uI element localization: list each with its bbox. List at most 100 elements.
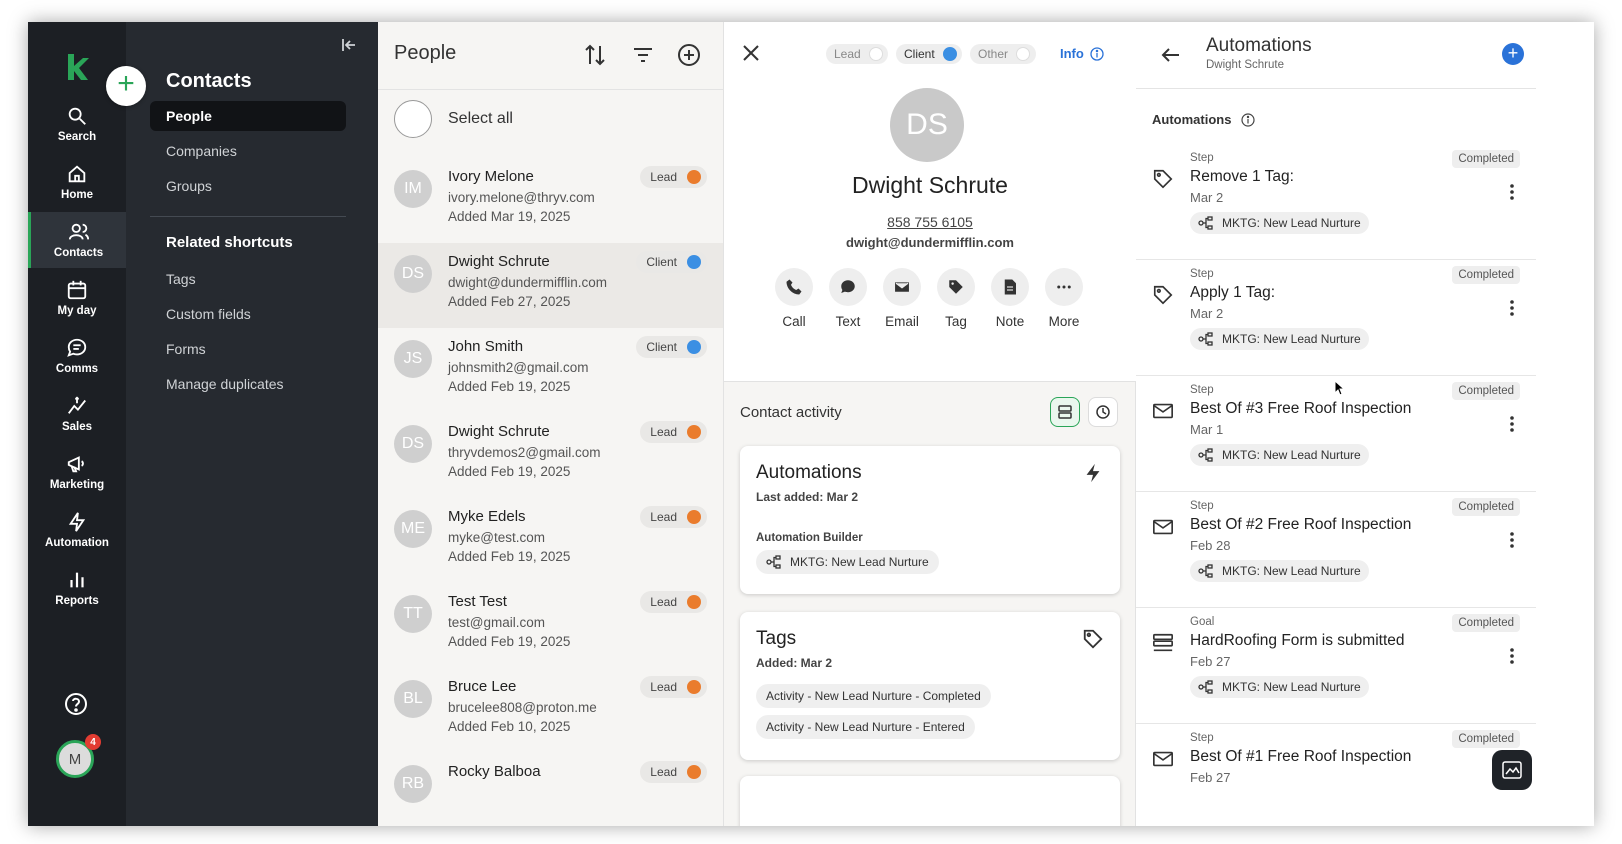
automation-chip[interactable]: MKTG: New Lead Nurture — [1190, 444, 1369, 466]
contact-phone[interactable]: 858 755 6105 — [724, 214, 1136, 230]
tag-chip[interactable]: Activity - New Lead Nurture - Completed — [756, 684, 991, 708]
person-added-date: Added Feb 19, 2025 — [448, 379, 571, 394]
segment-client[interactable]: Client — [896, 44, 962, 64]
status-badge: Completed — [1452, 498, 1520, 516]
workflow-icon — [1198, 332, 1213, 346]
person-row[interactable]: ME Myke Edels myke@test.com Added Feb 19, 2… — [378, 498, 723, 583]
automation-chip[interactable]: MKTG: New Lead Nurture — [756, 550, 939, 574]
shortcut-tags[interactable]: Tags — [150, 264, 346, 294]
automation-chip[interactable]: MKTG: New Lead Nurture — [1190, 560, 1369, 582]
automation-chip[interactable]: MKTG: New Lead Nurture — [1190, 676, 1369, 698]
automation-step[interactable]: Step Best Of #2 Free Roof Inspection Feb 2… — [1136, 492, 1536, 608]
more-vertical-icon[interactable] — [1504, 414, 1520, 434]
segment-other[interactable]: Other — [970, 44, 1036, 64]
more-vertical-icon[interactable] — [1504, 646, 1520, 666]
rail-sales[interactable]: Sales — [28, 386, 126, 442]
person-email: johnsmith2@gmail.com — [448, 360, 589, 375]
automation-step[interactable]: Step Apply 1 Tag: Mar 2 Completed MKTG: New … — [1136, 260, 1536, 376]
more-vertical-icon[interactable] — [1504, 530, 1520, 550]
person-avatar: TT — [394, 595, 432, 633]
note-button[interactable] — [991, 268, 1029, 306]
tag-icon — [1153, 285, 1173, 305]
step-kind: Step — [1190, 732, 1214, 744]
select-all-checkbox[interactable] — [394, 100, 432, 138]
text-action[interactable]: Text — [821, 268, 875, 329]
select-all[interactable]: Select all — [394, 100, 513, 138]
activity-list-view[interactable] — [1050, 397, 1080, 427]
back-arrow-icon[interactable] — [1160, 44, 1182, 66]
rail-automation[interactable]: Automation — [28, 502, 126, 558]
rail-home[interactable]: Home — [28, 154, 126, 210]
status-badge: Client — [636, 251, 707, 273]
more-button[interactable] — [1045, 268, 1083, 306]
more-vertical-icon[interactable] — [1504, 182, 1520, 202]
subnav-item-groups[interactable]: Groups — [150, 171, 346, 201]
person-row[interactable]: RB Rocky Balboa Lead — [378, 753, 723, 826]
screen-capture-button[interactable] — [1492, 750, 1532, 790]
person-avatar: ME — [394, 510, 432, 548]
step-title: Best Of #2 Free Roof Inspection — [1190, 516, 1412, 533]
tag-action[interactable]: Tag — [929, 268, 983, 329]
note-action[interactable]: Note — [983, 268, 1037, 329]
automations-card[interactable]: Automations Last added: Mar 2 Automation… — [740, 446, 1120, 594]
rail-label: Reports — [55, 595, 99, 607]
shortcut-custom-fields[interactable]: Custom fields — [150, 299, 346, 329]
info-icon[interactable] — [1241, 112, 1256, 127]
card-title: Automations — [756, 462, 862, 483]
contact-name: Dwight Schrute — [852, 172, 1008, 198]
more-vertical-icon[interactable] — [1504, 298, 1520, 318]
rail-marketing[interactable]: Marketing — [28, 444, 126, 500]
more-action[interactable]: More — [1037, 268, 1091, 329]
home-icon — [68, 165, 86, 183]
email-action[interactable]: Email — [875, 268, 929, 329]
tag-icon — [1153, 169, 1173, 189]
nav-rail: Search Home Contacts My day Comms Sales … — [28, 22, 126, 826]
person-row[interactable]: BL Bruce Lee brucelee808@proton.me Added Fe… — [378, 668, 723, 753]
activity-history-view[interactable] — [1088, 397, 1118, 427]
shortcut-manage-duplicates[interactable]: Manage duplicates — [150, 369, 346, 399]
subnav-item-people[interactable]: People — [150, 101, 346, 131]
help-icon[interactable] — [64, 692, 88, 716]
person-row[interactable]: DS Dwight Schrute dwight@dundermifflin.com… — [378, 243, 723, 328]
automation-chip[interactable]: MKTG: New Lead Nurture — [1190, 212, 1369, 234]
rail-search[interactable]: Search — [28, 96, 126, 152]
person-row[interactable]: JS John Smith johnsmith2@gmail.com Added Fe… — [378, 328, 723, 413]
add-button[interactable]: + — [106, 66, 146, 106]
step-date: Mar 1 — [1190, 422, 1224, 437]
status-badge: Lead — [640, 761, 707, 783]
person-row[interactable]: TT Test Test test@gmail.com Added Feb 19, 2… — [378, 583, 723, 668]
rail-reports[interactable]: Reports — [28, 560, 126, 616]
mail-icon — [1153, 403, 1173, 419]
close-icon[interactable] — [742, 44, 760, 62]
next-activity-card[interactable] — [740, 776, 1120, 826]
filter-icon[interactable] — [630, 42, 656, 68]
add-automation-button[interactable]: + — [1502, 43, 1524, 65]
subnav-item-companies[interactable]: Companies — [150, 136, 346, 166]
call-action[interactable]: Call — [767, 268, 821, 329]
tags-card[interactable]: Tags Added: Mar 2 Activity - New Lead Nu… — [740, 612, 1120, 760]
automation-step[interactable]: Step Remove 1 Tag: Mar 2 Completed MKTG: New… — [1136, 144, 1536, 260]
contact-email[interactable]: dwight@dundermifflin.com — [724, 235, 1136, 250]
sort-icon[interactable] — [582, 42, 608, 68]
email-button[interactable] — [883, 268, 921, 306]
automations-title: Automations — [1206, 35, 1312, 56]
phone-icon — [786, 279, 802, 295]
add-person-icon[interactable] — [676, 42, 702, 68]
rail-contacts[interactable]: Contacts — [28, 212, 126, 268]
automation-step[interactable]: Goal HardRoofing Form is submitted Feb 27 C… — [1136, 608, 1536, 724]
collapse-sidebar-icon[interactable] — [340, 36, 358, 54]
call-button[interactable] — [775, 268, 813, 306]
shortcut-forms[interactable]: Forms — [150, 334, 346, 364]
segment-lead[interactable]: Lead — [826, 44, 888, 64]
rail-label: Sales — [61, 421, 93, 433]
person-row[interactable]: IM Ivory Melone ivory.melone@thryv.com Adde… — [378, 158, 723, 243]
info-link[interactable]: Info — [1060, 46, 1104, 61]
tag-chip[interactable]: Activity - New Lead Nurture - Entered — [756, 715, 975, 739]
text-button[interactable] — [829, 268, 867, 306]
automation-chip[interactable]: MKTG: New Lead Nurture — [1190, 328, 1369, 350]
person-row[interactable]: DS Dwight Schrute thryvdemos2@gmail.com Add… — [378, 413, 723, 498]
rail-comms[interactable]: Comms — [28, 328, 126, 384]
rail-my-day[interactable]: My day — [28, 270, 126, 326]
automation-step[interactable]: Step Best Of #1 Free Roof Inspection Feb 2… — [1136, 724, 1536, 826]
tag-button[interactable] — [937, 268, 975, 306]
